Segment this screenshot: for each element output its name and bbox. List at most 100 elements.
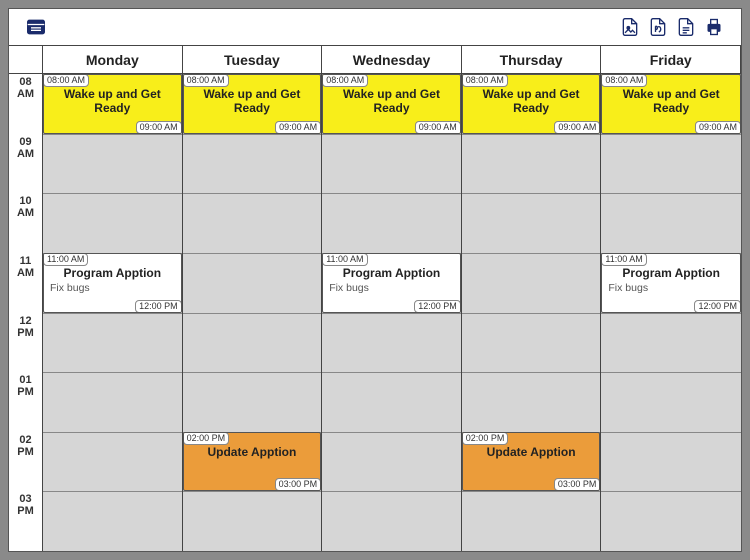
hour-gridline [43, 193, 182, 194]
calendar-event[interactable]: 11:00 AMProgram ApptionFix bugs 12:00 PM [322, 253, 461, 313]
hour-gridline [322, 432, 461, 433]
day-column[interactable]: 08:00 AMWake up and Get Ready 09:00 AM 02:… [183, 74, 323, 551]
text-export-icon[interactable] [675, 16, 697, 38]
hour-gridline [601, 491, 741, 492]
hour-gridline [322, 193, 461, 194]
event-title: Update Apption [184, 445, 321, 459]
calendar-event[interactable]: 08:00 AMWake up and Get Ready 09:00 AM [183, 74, 322, 134]
hour-label: 03PM [9, 491, 42, 517]
event-title: Wake up and Get Ready [44, 87, 181, 115]
hour-gridline [462, 193, 601, 194]
day-header: Wednesday [322, 46, 462, 74]
print-icon[interactable] [703, 16, 725, 38]
hour-gridline [43, 372, 182, 373]
calendar-event[interactable]: 08:00 AMWake up and Get Ready 09:00 AM [43, 74, 182, 134]
event-description: Fix bugs [602, 280, 740, 296]
hour-gridline [601, 134, 741, 135]
event-start-time: 08:00 AM [183, 74, 229, 87]
hour-gridline [601, 193, 741, 194]
hour-gridline [43, 313, 182, 314]
hour-gridline [43, 491, 182, 492]
event-title: Program Apption [323, 266, 460, 280]
hour-gridline [43, 134, 182, 135]
hour-gridline [601, 432, 741, 433]
hour-gridline [462, 313, 601, 314]
calendar-event[interactable]: 08:00 AMWake up and Get Ready 09:00 AM [462, 74, 601, 134]
hour-label: 11AM [9, 253, 42, 279]
day-column[interactable]: 08:00 AMWake up and Get Ready 09:00 AM 11:… [322, 74, 462, 551]
day-header: Tuesday [183, 46, 323, 74]
calendar-event[interactable]: 08:00 AMWake up and Get Ready 09:00 AM [322, 74, 461, 134]
hour-gridline [322, 313, 461, 314]
calendar-event[interactable]: 11:00 AMProgram ApptionFix bugs12:00 PM [601, 253, 741, 313]
hour-gridline [462, 491, 601, 492]
grid-corner [9, 46, 43, 74]
hour-label: 02PM [9, 432, 42, 458]
day-header: Monday [43, 46, 183, 74]
hour-gridline [322, 372, 461, 373]
hour-gridline [322, 134, 461, 135]
day-header: Friday [601, 46, 741, 74]
event-title: Program Apption [44, 266, 181, 280]
event-end-time: 03:00 PM [275, 478, 322, 491]
event-title: Wake up and Get Ready [184, 87, 321, 115]
event-end-time: 03:00 PM [554, 478, 601, 491]
pdf-export-icon[interactable] [647, 16, 669, 38]
calendar-event[interactable]: 08:00 AMWake up and Get Ready 09:00 AM [601, 74, 741, 134]
hour-label: 09AM [9, 134, 42, 160]
hour-label: 08AM [9, 74, 42, 100]
hour-gridline [183, 491, 322, 492]
hour-label: 10AM [9, 193, 42, 219]
day-header: Thursday [462, 46, 602, 74]
hour-label: 12PM [9, 313, 42, 339]
event-title: Program Apption [602, 266, 740, 280]
calendar-event[interactable]: 11:00 AMProgram ApptionFix bugs 12:00 PM [43, 253, 182, 313]
hour-gridline [183, 372, 322, 373]
hour-gridline [183, 313, 322, 314]
hour-gridline [322, 491, 461, 492]
image-export-icon[interactable] [619, 16, 641, 38]
event-start-time: 08:00 AM [322, 74, 368, 87]
app-frame: MondayTuesdayWednesdayThursdayFriday 08AM… [8, 8, 742, 552]
time-column: 08AM 09AM 10AM 11AM 12PM 01PM 02PM 03PM [9, 74, 43, 551]
event-end-time: 09:00 AM [554, 121, 600, 134]
event-start-time: 02:00 PM [462, 432, 509, 445]
event-end-time: 09:00 AM [275, 121, 321, 134]
event-start-time: 11:00 AM [43, 253, 88, 266]
event-end-time: 09:00 AM [136, 121, 182, 134]
calendar-event[interactable]: 02:00 PMUpdate Apption 03:00 PM [462, 432, 601, 492]
event-title: Wake up and Get Ready [463, 87, 600, 115]
event-end-time: 09:00 AM [695, 121, 741, 134]
hour-gridline [601, 372, 741, 373]
hour-gridline [601, 313, 741, 314]
hour-label: 01PM [9, 372, 42, 398]
hour-gridline [462, 134, 601, 135]
event-title: Wake up and Get Ready [323, 87, 460, 115]
event-end-time: 12:00 PM [135, 300, 182, 313]
event-start-time: 08:00 AM [601, 74, 647, 87]
event-end-time: 12:00 PM [414, 300, 461, 313]
event-description: Fix bugs [44, 280, 181, 296]
list-view-icon[interactable] [25, 16, 47, 38]
hour-gridline [183, 193, 322, 194]
event-title: Wake up and Get Ready [602, 87, 740, 115]
hour-gridline [462, 253, 601, 254]
calendar-grid: MondayTuesdayWednesdayThursdayFriday 08AM… [9, 45, 741, 551]
event-start-time: 02:00 PM [183, 432, 230, 445]
hour-gridline [183, 253, 322, 254]
toolbar [9, 9, 741, 45]
event-end-time: 12:00 PM [694, 300, 741, 313]
calendar-event[interactable]: 02:00 PMUpdate Apption 03:00 PM [183, 432, 322, 492]
hour-gridline [43, 432, 182, 433]
day-column[interactable]: 08:00 AMWake up and Get Ready 09:00 AM 02:… [462, 74, 602, 551]
hour-gridline [183, 134, 322, 135]
day-column[interactable]: 08:00 AMWake up and Get Ready09:00 AM11:… [601, 74, 741, 551]
hour-gridline [462, 372, 601, 373]
event-start-time: 08:00 AM [43, 74, 89, 87]
event-title: Update Apption [463, 445, 600, 459]
event-end-time: 09:00 AM [415, 121, 461, 134]
day-column[interactable]: 08:00 AMWake up and Get Ready 09:00 AM 11:… [43, 74, 183, 551]
event-start-time: 11:00 AM [322, 253, 367, 266]
event-start-time: 08:00 AM [462, 74, 508, 87]
event-description: Fix bugs [323, 280, 460, 296]
